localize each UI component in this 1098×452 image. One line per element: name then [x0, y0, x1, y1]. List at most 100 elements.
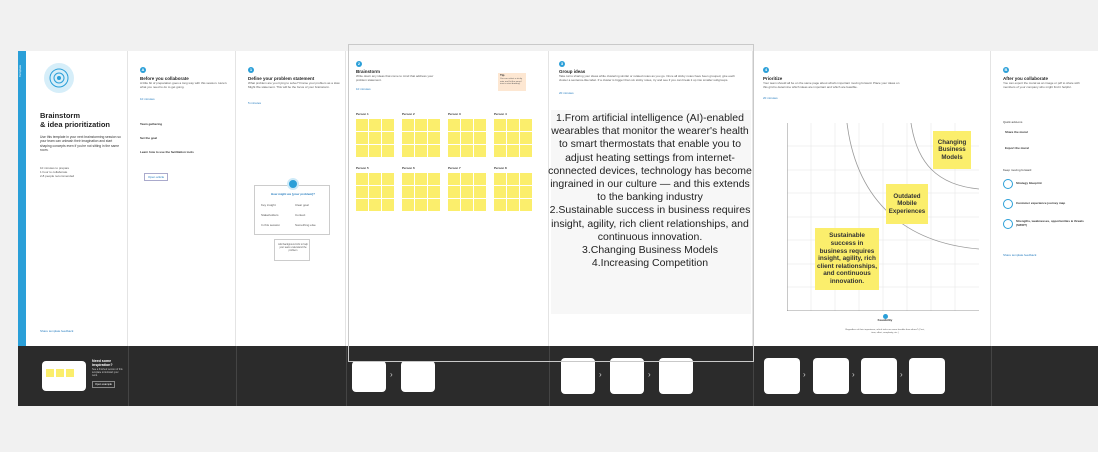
group-thumb-2[interactable] [610, 358, 644, 394]
sticky-note[interactable] [382, 173, 394, 185]
sticky-note[interactable] [428, 119, 440, 131]
sticky-note[interactable] [415, 173, 427, 185]
example-preview-thumbnail[interactable] [42, 361, 86, 391]
sticky-note[interactable] [494, 132, 506, 144]
sticky-note[interactable] [402, 145, 414, 157]
after-share-mural[interactable]: Share the mural [1005, 130, 1028, 135]
sticky-note[interactable] [369, 186, 381, 198]
brainstorm-thumb-1[interactable] [352, 361, 386, 392]
sticky-note[interactable] [494, 145, 506, 157]
next-item-journey[interactable]: Customer experience journey map [1003, 199, 1095, 209]
template-feedback-link[interactable]: Share template feedback [40, 329, 73, 333]
sticky-note[interactable] [428, 132, 440, 144]
sticky-note[interactable] [415, 199, 427, 211]
next-item-strategy[interactable]: Strategy blueprint [1003, 179, 1095, 189]
sticky-outdated-mobile[interactable]: Outdated Mobile Experiences [886, 184, 928, 224]
sticky-note[interactable] [382, 186, 394, 198]
sticky-note[interactable] [461, 199, 473, 211]
sticky-note[interactable] [494, 173, 506, 185]
sticky-note[interactable] [448, 132, 460, 144]
sticky-note[interactable] [402, 199, 414, 211]
sticky-note[interactable] [356, 186, 368, 198]
sticky-note[interactable] [369, 173, 381, 185]
sticky-note[interactable] [369, 199, 381, 211]
sticky-note[interactable] [461, 119, 473, 131]
sticky-note[interactable] [494, 186, 506, 198]
after-export-mural[interactable]: Export the mural [1005, 146, 1029, 151]
sticky-note[interactable] [448, 173, 460, 185]
prioritize-thumb-3[interactable] [861, 358, 897, 394]
sticky-note[interactable] [474, 132, 486, 144]
sticky-note[interactable] [415, 119, 427, 131]
sticky-note[interactable] [507, 186, 519, 198]
overlay-text-item-1: 1.From artificial intelligence (AI)-enab… [548, 112, 752, 204]
sticky-note[interactable] [461, 173, 473, 185]
sticky-note[interactable] [448, 199, 460, 211]
sticky-note[interactable] [402, 119, 414, 131]
sticky-note[interactable] [461, 186, 473, 198]
sticky-note[interactable] [369, 132, 381, 144]
sticky-note[interactable] [494, 199, 506, 211]
sticky-note[interactable] [474, 186, 486, 198]
sticky-note[interactable] [461, 145, 473, 157]
sticky-note[interactable] [382, 145, 394, 157]
prioritize-thumb-1[interactable] [764, 358, 800, 394]
card-item-6: Something else [295, 223, 316, 227]
sticky-note[interactable] [428, 145, 440, 157]
sticky-note[interactable] [428, 186, 440, 198]
sticky-note[interactable] [520, 132, 532, 144]
prioritize-thumb-4[interactable] [909, 358, 945, 394]
sticky-note[interactable] [474, 173, 486, 185]
brainstorm-thumb-2[interactable] [401, 361, 435, 392]
sticky-note[interactable] [415, 145, 427, 157]
sticky-note[interactable] [507, 119, 519, 131]
sticky-note[interactable] [520, 173, 532, 185]
sticky-sustainable-success[interactable]: Sustainable success in business requires… [815, 228, 879, 290]
sticky-note[interactable] [507, 145, 519, 157]
sticky-note[interactable] [356, 132, 368, 144]
group-thumb-1[interactable] [561, 358, 595, 394]
sticky-note[interactable] [520, 199, 532, 211]
group-thumb-3[interactable] [659, 358, 693, 394]
journey-icon [1003, 199, 1013, 209]
sticky-note[interactable] [474, 199, 486, 211]
sticky-changing-business-models[interactable]: Changing Business Models [933, 131, 971, 169]
card-item-4: Context [295, 213, 306, 217]
sticky-note[interactable] [369, 119, 381, 131]
sticky-note[interactable] [520, 186, 532, 198]
mural-canvas[interactable]: Template Brainstorm & idea prioritizatio… [0, 0, 1098, 452]
sticky-note[interactable] [448, 186, 460, 198]
sticky-note[interactable] [415, 186, 427, 198]
sticky-note[interactable] [448, 145, 460, 157]
sticky-note[interactable] [428, 199, 440, 211]
sticky-note[interactable] [507, 173, 519, 185]
sticky-note[interactable] [415, 132, 427, 144]
sticky-note[interactable] [402, 132, 414, 144]
sticky-note[interactable] [428, 173, 440, 185]
sticky-note[interactable] [402, 173, 414, 185]
sticky-note[interactable] [382, 199, 394, 211]
sticky-note[interactable] [356, 145, 368, 157]
sticky-note[interactable] [356, 173, 368, 185]
prioritize-thumb-2[interactable] [813, 358, 849, 394]
open-example-button[interactable]: Open example [92, 381, 115, 388]
sticky-note[interactable] [474, 119, 486, 131]
sticky-note[interactable] [356, 199, 368, 211]
sticky-note[interactable] [520, 145, 532, 157]
sticky-note[interactable] [402, 186, 414, 198]
sticky-note[interactable] [356, 119, 368, 131]
sticky-note[interactable] [520, 119, 532, 131]
next-item-swot[interactable]: Strengths, weaknesses, opportunities & t… [1003, 219, 1095, 229]
sticky-note[interactable] [369, 145, 381, 157]
after-feedback-link[interactable]: Share template feedback [1003, 253, 1036, 257]
sticky-note[interactable] [494, 119, 506, 131]
open-article-button[interactable]: Open article [144, 173, 169, 181]
sticky-note[interactable] [382, 119, 394, 131]
overlay-text[interactable]: 1.From artificial intelligence (AI)-enab… [548, 112, 752, 270]
sticky-note[interactable] [461, 132, 473, 144]
sticky-note[interactable] [507, 132, 519, 144]
sticky-note[interactable] [448, 119, 460, 131]
sticky-note[interactable] [474, 145, 486, 157]
sticky-note[interactable] [382, 132, 394, 144]
sticky-note[interactable] [507, 199, 519, 211]
